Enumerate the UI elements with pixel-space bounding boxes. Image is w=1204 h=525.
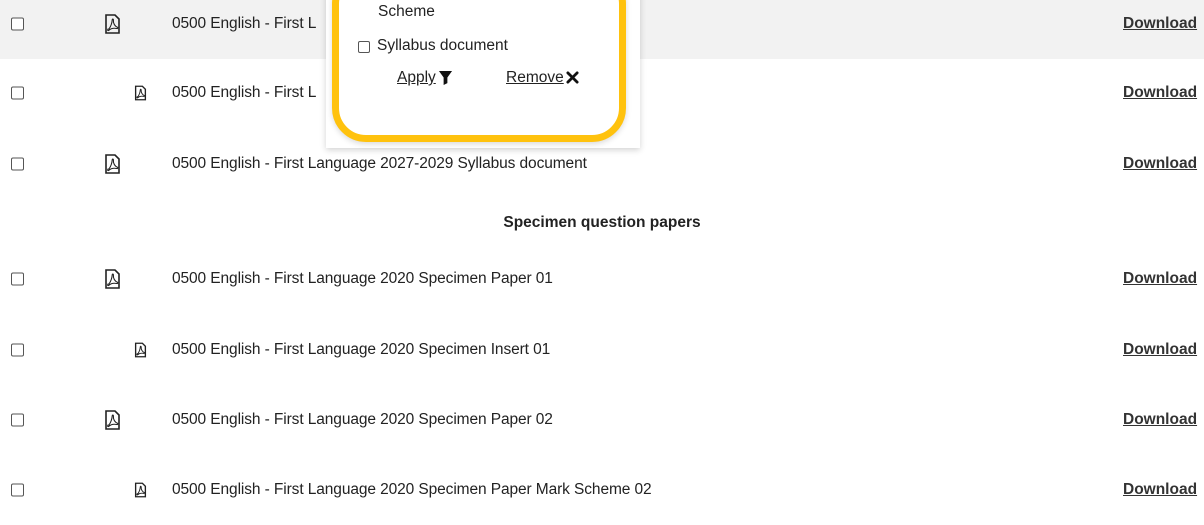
resource-title: 0500 English - First Language 2020 Speci…	[172, 340, 551, 358]
download-link[interactable]: Download	[1123, 270, 1197, 288]
resource-title: 0500 English - First Language 2020 Speci…	[172, 410, 553, 428]
pdf-icon	[105, 268, 120, 289]
row-checkbox[interactable]	[11, 17, 24, 30]
row-checkbox[interactable]	[11, 413, 24, 426]
download-link[interactable]: Download	[1123, 15, 1197, 33]
section-heading: Specimen question papers	[503, 214, 701, 231]
download-link[interactable]: Download	[1123, 155, 1197, 173]
close-icon	[566, 71, 579, 84]
apply-filter-button[interactable]: Apply	[397, 69, 453, 87]
resource-row: 0500 English - First Language 2020 Speci…	[0, 454, 1204, 525]
row-checkbox[interactable]	[11, 343, 24, 356]
filter-highlight-ring: Scheme Syllabus document Apply Remove	[332, 0, 626, 142]
resource-row: 0500 English - First Language 2020 Speci…	[0, 243, 1204, 314]
row-checkbox[interactable]	[11, 483, 24, 496]
pdf-icon	[105, 153, 120, 174]
filter-option-label: Scheme	[378, 3, 435, 20]
filter-option-checkbox[interactable]	[358, 41, 370, 53]
filter-option-label: Syllabus document	[377, 37, 508, 54]
resource-row: 0500 English - First Language 2020 Speci…	[0, 384, 1204, 455]
resource-row: 0500 English - First Language 2020 Speci…	[0, 314, 1204, 385]
row-checkbox[interactable]	[11, 272, 24, 285]
pdf-icon	[134, 482, 147, 497]
pdf-icon	[134, 85, 147, 100]
row-checkbox[interactable]	[11, 86, 24, 99]
resource-title: 0500 English - First Language 2027-2029 …	[172, 154, 587, 172]
download-link[interactable]: Download	[1123, 481, 1197, 499]
download-link[interactable]: Download	[1123, 341, 1197, 359]
resource-title: 0500 English - First Language 2020 Speci…	[172, 480, 652, 498]
download-link[interactable]: Download	[1123, 84, 1197, 102]
resource-title: 0500 English - First Language 2020 Speci…	[172, 269, 553, 287]
row-checkbox[interactable]	[11, 157, 24, 170]
remove-filter-button[interactable]: Remove	[506, 69, 579, 87]
pdf-icon	[105, 13, 120, 34]
resource-title: 0500 English - First L	[172, 83, 317, 101]
pdf-icon	[105, 409, 120, 430]
pdf-icon	[134, 342, 147, 357]
filter-icon	[438, 71, 452, 86]
download-link[interactable]: Download	[1123, 411, 1197, 429]
